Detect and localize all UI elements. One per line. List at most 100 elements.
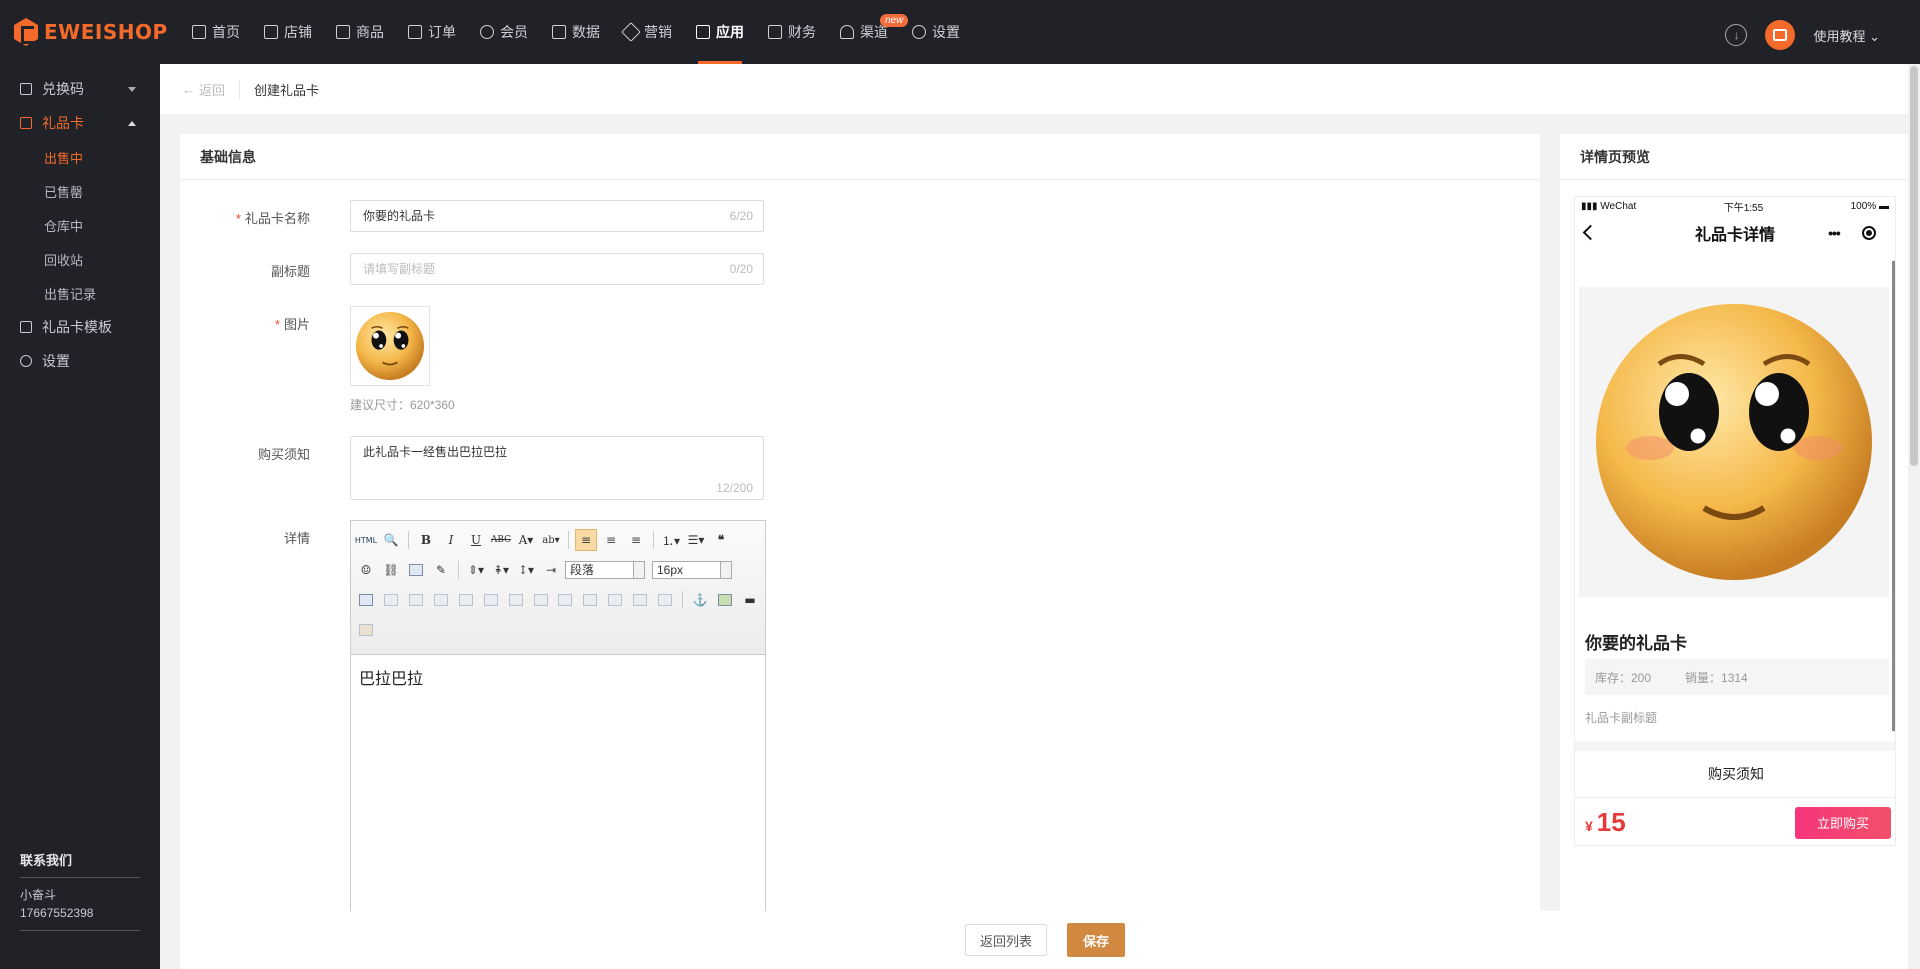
- ordered-list-icon[interactable]: ⒈▾: [660, 529, 682, 551]
- image-upload[interactable]: [350, 306, 430, 386]
- bold-icon[interactable]: B: [415, 529, 437, 551]
- notice-textarea[interactable]: 此礼品卡一经售出巴拉巴拉 12/200: [350, 436, 764, 500]
- blockquote-icon[interactable]: ❝: [710, 529, 732, 551]
- tag-icon: [621, 22, 641, 42]
- card-name-input[interactable]: 你要的礼品卡 6/20: [350, 200, 764, 232]
- preview-card-subtitle: 礼品卡副标题: [1585, 711, 1658, 725]
- nav-label: 会员: [500, 24, 528, 40]
- avatar[interactable]: [1765, 20, 1796, 50]
- sidebar-sub-recycle[interactable]: 回收站: [0, 242, 160, 276]
- nav-shop[interactable]: 店铺: [254, 0, 326, 64]
- back-link[interactable]: ← 返回: [182, 79, 241, 99]
- app-icon: [696, 25, 710, 39]
- italic-icon[interactable]: I: [440, 529, 462, 551]
- image-row: * 图片: [180, 314, 330, 333]
- subtitle-input[interactable]: 请填写副标题 0/20: [350, 253, 764, 285]
- print-icon[interactable]: ▬: [739, 589, 761, 611]
- footer-actions: 返回列表 保存: [180, 911, 1910, 969]
- split-cell-icon[interactable]: [604, 589, 626, 611]
- split-rows-icon[interactable]: [629, 589, 651, 611]
- line-height-icon[interactable]: ↕▾: [515, 559, 537, 581]
- image-icon[interactable]: [405, 559, 427, 581]
- back-to-list-button[interactable]: 返回列表: [965, 924, 1047, 956]
- nav-data[interactable]: 数据: [542, 0, 614, 64]
- anchor-icon[interactable]: ⚓: [689, 589, 711, 611]
- nav-goods[interactable]: 商品: [326, 0, 398, 64]
- scrollbar-thumb[interactable]: [1910, 66, 1918, 466]
- editor-content[interactable]: 巴拉巴拉: [351, 655, 765, 699]
- merge-cells-icon[interactable]: [530, 589, 552, 611]
- nav-settings[interactable]: 设置: [902, 0, 974, 64]
- card-icon: [20, 117, 32, 129]
- sidebar-sub-sales-record[interactable]: 出售记录: [0, 276, 160, 310]
- nav-home[interactable]: 首页: [182, 0, 254, 64]
- sidebar-item-gift-card[interactable]: 礼品卡: [0, 106, 160, 140]
- insert-row-icon[interactable]: [430, 589, 452, 611]
- highlight-icon[interactable]: ab▾: [540, 529, 562, 551]
- insert-row-before-icon[interactable]: [405, 589, 427, 611]
- preview-icon[interactable]: 🔍: [380, 529, 402, 551]
- align-center-icon[interactable]: ≡: [600, 529, 622, 551]
- font-size-select[interactable]: 16px: [652, 561, 732, 579]
- nav-finance[interactable]: 财务: [758, 0, 830, 64]
- align-left-icon[interactable]: ≡: [575, 529, 597, 551]
- nav-channel[interactable]: 渠道 new: [830, 0, 909, 64]
- delete-col-icon[interactable]: [505, 589, 527, 611]
- sidebar-sub-warehouse[interactable]: 仓库中: [0, 208, 160, 242]
- status-bar: ▮▮▮ WeChat 下午1:55 100% ▬: [1575, 197, 1895, 215]
- nav-member[interactable]: 会员: [470, 0, 542, 64]
- chevron-up-icon: [128, 121, 136, 126]
- subtitle-count: 0/20: [729, 262, 753, 276]
- download-icon[interactable]: ↓: [1725, 24, 1748, 46]
- subtitle-placeholder: 请填写副标题: [363, 262, 436, 276]
- table-delete-icon[interactable]: [380, 589, 402, 611]
- paste-icon[interactable]: [355, 619, 377, 641]
- merge-right-icon[interactable]: [555, 589, 577, 611]
- sidebar-item-settings[interactable]: 设置: [0, 344, 160, 378]
- sidebar-item-card-template[interactable]: 礼品卡模板: [0, 310, 160, 344]
- nav-app[interactable]: 应用: [686, 0, 758, 64]
- strikethrough-icon[interactable]: ABC: [490, 529, 512, 551]
- unordered-list-icon[interactable]: ☰▾: [685, 529, 707, 551]
- name-row: * 礼品卡名称: [180, 208, 330, 227]
- user-icon: [480, 25, 494, 39]
- link-icon[interactable]: ⛓: [380, 559, 402, 581]
- sidebar-item-label: 礼品卡模板: [42, 319, 112, 335]
- underline-icon[interactable]: U: [465, 529, 487, 551]
- nav-label: 应用: [716, 24, 744, 40]
- image-size-hint: 建议尺寸：620*360: [350, 398, 455, 412]
- contact-name: 小奋斗: [20, 888, 57, 902]
- sidebar-sub-sold-out[interactable]: 已售罄: [0, 174, 160, 208]
- preview-notice-title[interactable]: 购买须知: [1575, 751, 1895, 797]
- sidebar-item-redeem-code[interactable]: 兑换码: [0, 72, 160, 106]
- eraser-icon[interactable]: ✎: [430, 559, 452, 581]
- page-scrollbar[interactable]: [1908, 64, 1920, 969]
- order-icon: [408, 25, 422, 39]
- paragraph-spacing-icon[interactable]: ⇞▾: [490, 559, 512, 581]
- buy-now-button[interactable]: 立即购买: [1795, 806, 1891, 839]
- merge-down-icon[interactable]: [579, 589, 601, 611]
- delete-row-icon[interactable]: [455, 589, 477, 611]
- preview-title: 详情页预览: [1560, 134, 1910, 180]
- emoji-icon[interactable]: ☺: [355, 559, 377, 581]
- split-cols-icon[interactable]: [654, 589, 676, 611]
- indent-icon[interactable]: ⇥: [540, 559, 562, 581]
- help-menu[interactable]: 使用教程 ⌄: [1813, 26, 1880, 45]
- brand-logo[interactable]: EWEISHOP: [14, 18, 168, 46]
- insert-image-icon[interactable]: [714, 589, 736, 611]
- font-color-icon[interactable]: A▾: [515, 529, 537, 551]
- html-source-icon[interactable]: HTML: [355, 529, 377, 551]
- save-button[interactable]: 保存: [1067, 923, 1125, 957]
- insert-col-icon[interactable]: [480, 589, 502, 611]
- sidebar-sub-on-sale[interactable]: 出售中: [0, 140, 160, 174]
- table-icon[interactable]: [355, 589, 377, 611]
- nav-order[interactable]: 订单: [398, 0, 470, 64]
- image-label: * 图片: [274, 317, 310, 332]
- carrier: ▮▮▮ WeChat: [1581, 200, 1637, 212]
- nav-marketing[interactable]: 营销: [614, 0, 686, 64]
- help-label: 使用教程: [1813, 28, 1866, 44]
- row-spacing-icon[interactable]: ⇕▾: [465, 559, 487, 581]
- align-right-icon[interactable]: ≡: [625, 529, 647, 551]
- paragraph-select[interactable]: 段落: [565, 561, 645, 579]
- gear-icon: [20, 355, 32, 367]
